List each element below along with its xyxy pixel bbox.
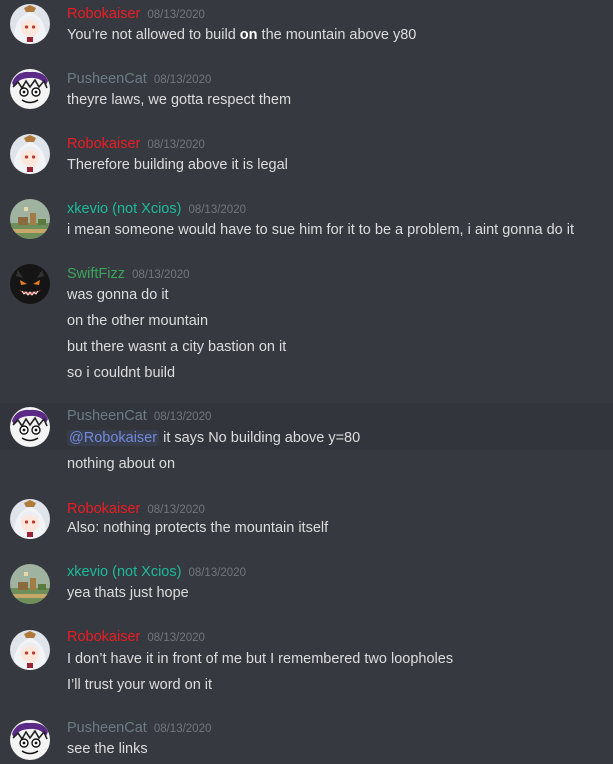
- timestamp: 08/13/2020: [147, 504, 205, 516]
- chat-message-list[interactable]: Robokaiser 08/13/2020 You’re not allowed …: [0, 0, 613, 764]
- username[interactable]: PusheenCat: [67, 408, 147, 424]
- username[interactable]: SwiftFizz: [67, 266, 125, 282]
- message-text: @Robokaiser it says No building above y=…: [67, 430, 361, 446]
- pixel-landscape-avatar[interactable]: [10, 564, 50, 604]
- timestamp: 08/13/2020: [153, 74, 212, 86]
- message-text: but there wasnt a city bastion on it: [67, 339, 287, 355]
- user-mention[interactable]: @Robokaiser: [67, 430, 160, 446]
- white-haired-anime-girl-avatar[interactable]: [10, 134, 50, 174]
- message-text: theyre laws, we gotta respect them: [67, 92, 292, 108]
- timestamp: 08/13/2020: [188, 204, 246, 216]
- white-haired-anime-girl-avatar[interactable]: [10, 499, 50, 539]
- message-group: Robokaiser 08/13/2020 You’re not allowed …: [0, 0, 613, 60]
- username[interactable]: Robokaiser: [67, 629, 140, 645]
- message-text: on the other mountain: [67, 313, 209, 329]
- message-group: Robokaiser 08/13/2020 Therefore building …: [0, 130, 613, 190]
- message-text: I don’t have it in front of me but I rem…: [67, 651, 454, 667]
- scribble-face-avatar[interactable]: [10, 407, 50, 447]
- scribble-face-avatar[interactable]: [10, 720, 50, 760]
- message-text: see the links: [67, 741, 148, 757]
- timestamp: 08/13/2020: [153, 411, 212, 423]
- black-demon-face-avatar[interactable]: [10, 264, 50, 304]
- message-text: i mean someone would have to sue him for…: [67, 222, 574, 238]
- username[interactable]: PusheenCat: [67, 720, 147, 736]
- username[interactable]: PusheenCat: [67, 71, 147, 87]
- timestamp: 08/13/2020: [132, 269, 190, 281]
- timestamp: 08/13/2020: [188, 567, 246, 579]
- username[interactable]: xkevio (not Xcios): [67, 201, 181, 217]
- message-group: PusheenCat 08/13/2020 theyre laws, we got…: [0, 65, 613, 125]
- pixel-landscape-avatar[interactable]: [10, 199, 50, 239]
- message-group: PusheenCat 08/13/2020 see the links: [0, 716, 613, 764]
- username[interactable]: xkevio (not Xcios): [67, 564, 181, 580]
- username[interactable]: Robokaiser: [67, 501, 140, 517]
- message-group: xkevio (not Xcios) 08/13/2020 yea thats j…: [0, 560, 613, 620]
- message-group: Robokaiser 08/13/2020 I don’t have it in …: [0, 626, 613, 706]
- timestamp: 08/13/2020: [153, 723, 212, 735]
- message-text: yea thats just hope: [67, 585, 189, 601]
- message-text: Therefore building above it is legal: [67, 157, 288, 173]
- message-text: was gonna do it: [67, 287, 169, 303]
- white-haired-anime-girl-avatar[interactable]: [10, 630, 50, 670]
- timestamp: 08/13/2020: [147, 632, 205, 644]
- timestamp: 08/13/2020: [147, 139, 205, 151]
- message-text: You’re not allowed to build on the mount…: [67, 27, 417, 43]
- message-text: Also: nothing protects the mountain itse…: [67, 520, 329, 536]
- message-group: PusheenCat 08/13/2020 @Robokaiser it says…: [0, 403, 613, 483]
- message-group: Robokaiser 08/13/2020 Also: nothing prote…: [0, 495, 613, 555]
- username[interactable]: Robokaiser: [67, 6, 140, 22]
- message-group: SwiftFizz 08/13/2020 was gonna do it on t…: [0, 260, 613, 400]
- message-text: I’ll trust your word on it: [67, 677, 213, 693]
- username[interactable]: Robokaiser: [67, 136, 140, 152]
- scribble-face-avatar[interactable]: [10, 69, 50, 109]
- timestamp: 08/13/2020: [147, 9, 205, 21]
- message-text: nothing about on: [67, 456, 176, 472]
- message-group: xkevio (not Xcios) 08/13/2020 i mean some…: [0, 195, 613, 255]
- message-text: so i couldnt build: [67, 365, 176, 381]
- white-haired-anime-girl-avatar[interactable]: [10, 4, 50, 44]
